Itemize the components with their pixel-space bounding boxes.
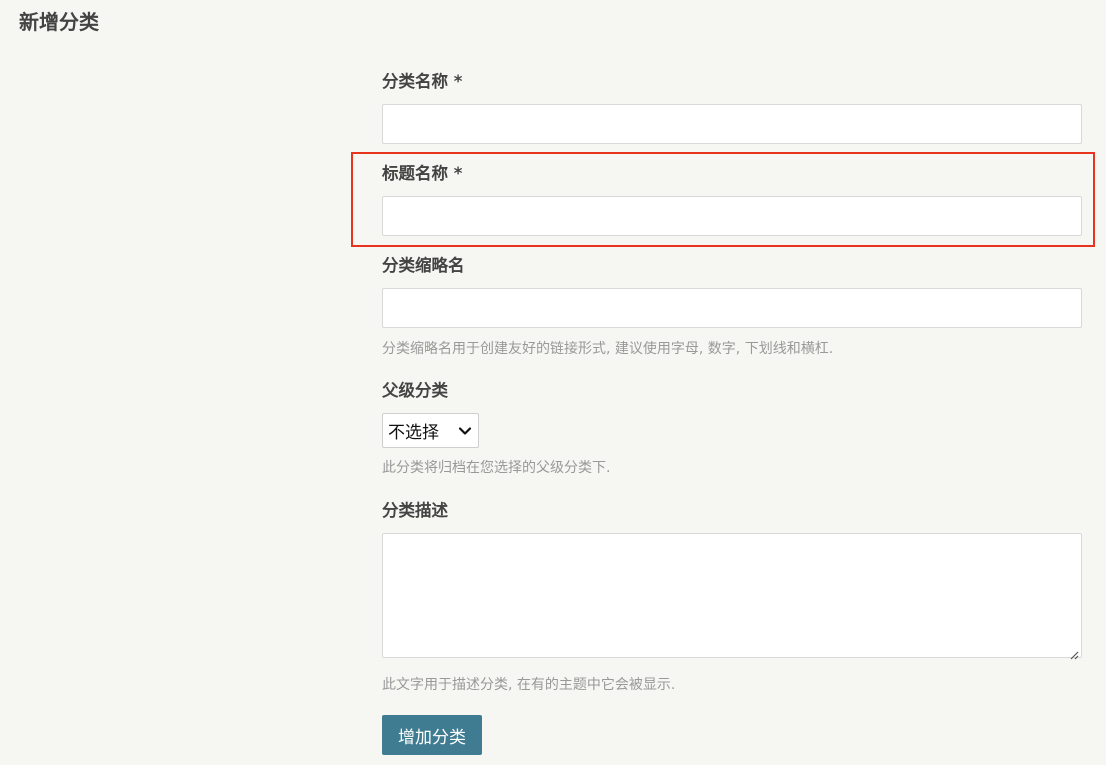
parent-category-select[interactable]: 不选择 (382, 413, 479, 448)
chevron-down-icon (454, 420, 476, 442)
slug-label: 分类缩略名 (382, 256, 465, 275)
add-category-button[interactable]: 增加分类 (382, 715, 482, 755)
description-label: 分类描述 (382, 501, 448, 520)
slug-input[interactable] (382, 288, 1082, 328)
page-title: 新增分类 (19, 10, 99, 34)
parent-category-label: 父级分类 (382, 381, 448, 400)
category-name-input[interactable] (382, 104, 1082, 144)
new-category-page: 新增分类 分类名称 * 标题名称 * 分类缩略名 分类缩略名用于创建友好的链接形… (0, 0, 1106, 765)
category-name-label: 分类名称 * (382, 72, 463, 91)
parent-category-help-text: 此分类将归档在您选择的父级分类下. (382, 460, 611, 476)
description-textarea[interactable] (382, 533, 1082, 660)
description-help-text: 此文字用于描述分类, 在有的主题中它会被显示. (382, 677, 676, 693)
title-name-label: 标题名称 * (382, 164, 463, 183)
slug-help-text: 分类缩略名用于创建友好的链接形式, 建议使用字母, 数字, 下划线和横杠. (382, 341, 834, 357)
parent-category-selected-value: 不选择 (388, 423, 439, 443)
title-name-input[interactable] (382, 196, 1082, 236)
resize-handle-icon[interactable] (1069, 645, 1079, 660)
